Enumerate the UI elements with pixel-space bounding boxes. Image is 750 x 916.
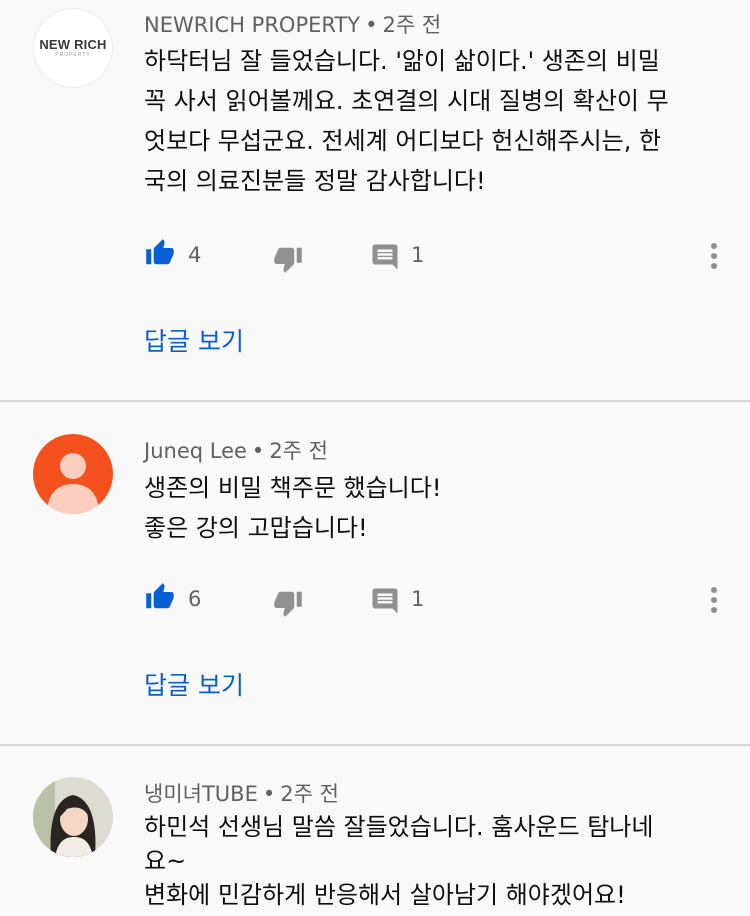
comment-icon[interactable] xyxy=(370,242,400,272)
like-count: 4 xyxy=(188,243,202,267)
comment-time: 2주 전 xyxy=(269,439,328,463)
avatar[interactable] xyxy=(33,434,113,514)
comment-meta: NEWRICH PROPERTY • 2주 전 xyxy=(144,9,441,39)
comment-text: 하민석 선생님 말씀 잘들었습니다. 훔사운드 탐나네 요~ 변화에 민감하게 … xyxy=(144,813,654,909)
comment-item: Juneq Lee • 2주 전 생존의 비밀 책주문 했습니다! 좋은 강의 고맙… xyxy=(0,402,750,744)
comment-author[interactable]: Juneq Lee xyxy=(144,439,247,463)
like-count: 6 xyxy=(188,587,202,611)
comment-text: 생존의 비밀 책주문 했습니다! 좋은 강의 고맙습니다! xyxy=(144,474,442,542)
view-replies-link[interactable]: 답글 보기 xyxy=(144,322,244,358)
reply-count: 1 xyxy=(411,587,425,611)
avatar-logo-text: NEW RICH xyxy=(39,37,107,52)
comment-meta: 냉미녀TUBE • 2주 전 xyxy=(144,778,339,808)
thumbs-down-icon[interactable] xyxy=(272,244,304,274)
comment-time: 2주 전 xyxy=(382,13,442,37)
more-vert-icon[interactable] xyxy=(705,585,723,615)
comment-time: 2주 전 xyxy=(280,782,339,806)
avatar[interactable]: NEW RICH PROPERTY xyxy=(33,8,113,88)
comment-author[interactable]: NEWRICH PROPERTY xyxy=(144,13,360,37)
reply-count: 1 xyxy=(411,243,425,267)
avatar[interactable] xyxy=(33,777,113,857)
comment-icon[interactable] xyxy=(370,586,400,616)
meta-separator: • xyxy=(251,439,265,463)
default-avatar-icon xyxy=(47,453,99,514)
comment-item: NEW RICH PROPERTY NEWRICH PROPERTY • 2주 전 … xyxy=(0,0,750,400)
comment-item: 냉미녀TUBE • 2주 전 하민석 선생님 말씀 잘들었습니다. 훔사운드 탐나네… xyxy=(0,746,750,916)
comment-meta: Juneq Lee • 2주 전 xyxy=(144,435,328,465)
comment-author[interactable]: 냉미녀TUBE xyxy=(144,782,258,806)
comment-text: 하닥터님 잘 들었습니다. '앎이 삶이다.' 생존의 비밀 꼭 사서 읽어볼께… xyxy=(144,47,669,195)
avatar-logo-subtext: PROPERTY xyxy=(55,52,91,58)
thumbs-up-icon[interactable] xyxy=(144,582,176,612)
thumbs-down-icon[interactable] xyxy=(272,588,304,618)
more-vert-icon[interactable] xyxy=(705,241,723,271)
profile-photo xyxy=(33,777,113,857)
meta-separator: • xyxy=(262,782,276,806)
thumbs-up-icon[interactable] xyxy=(144,238,176,268)
meta-separator: • xyxy=(365,13,378,37)
view-replies-link[interactable]: 답글 보기 xyxy=(144,666,244,702)
